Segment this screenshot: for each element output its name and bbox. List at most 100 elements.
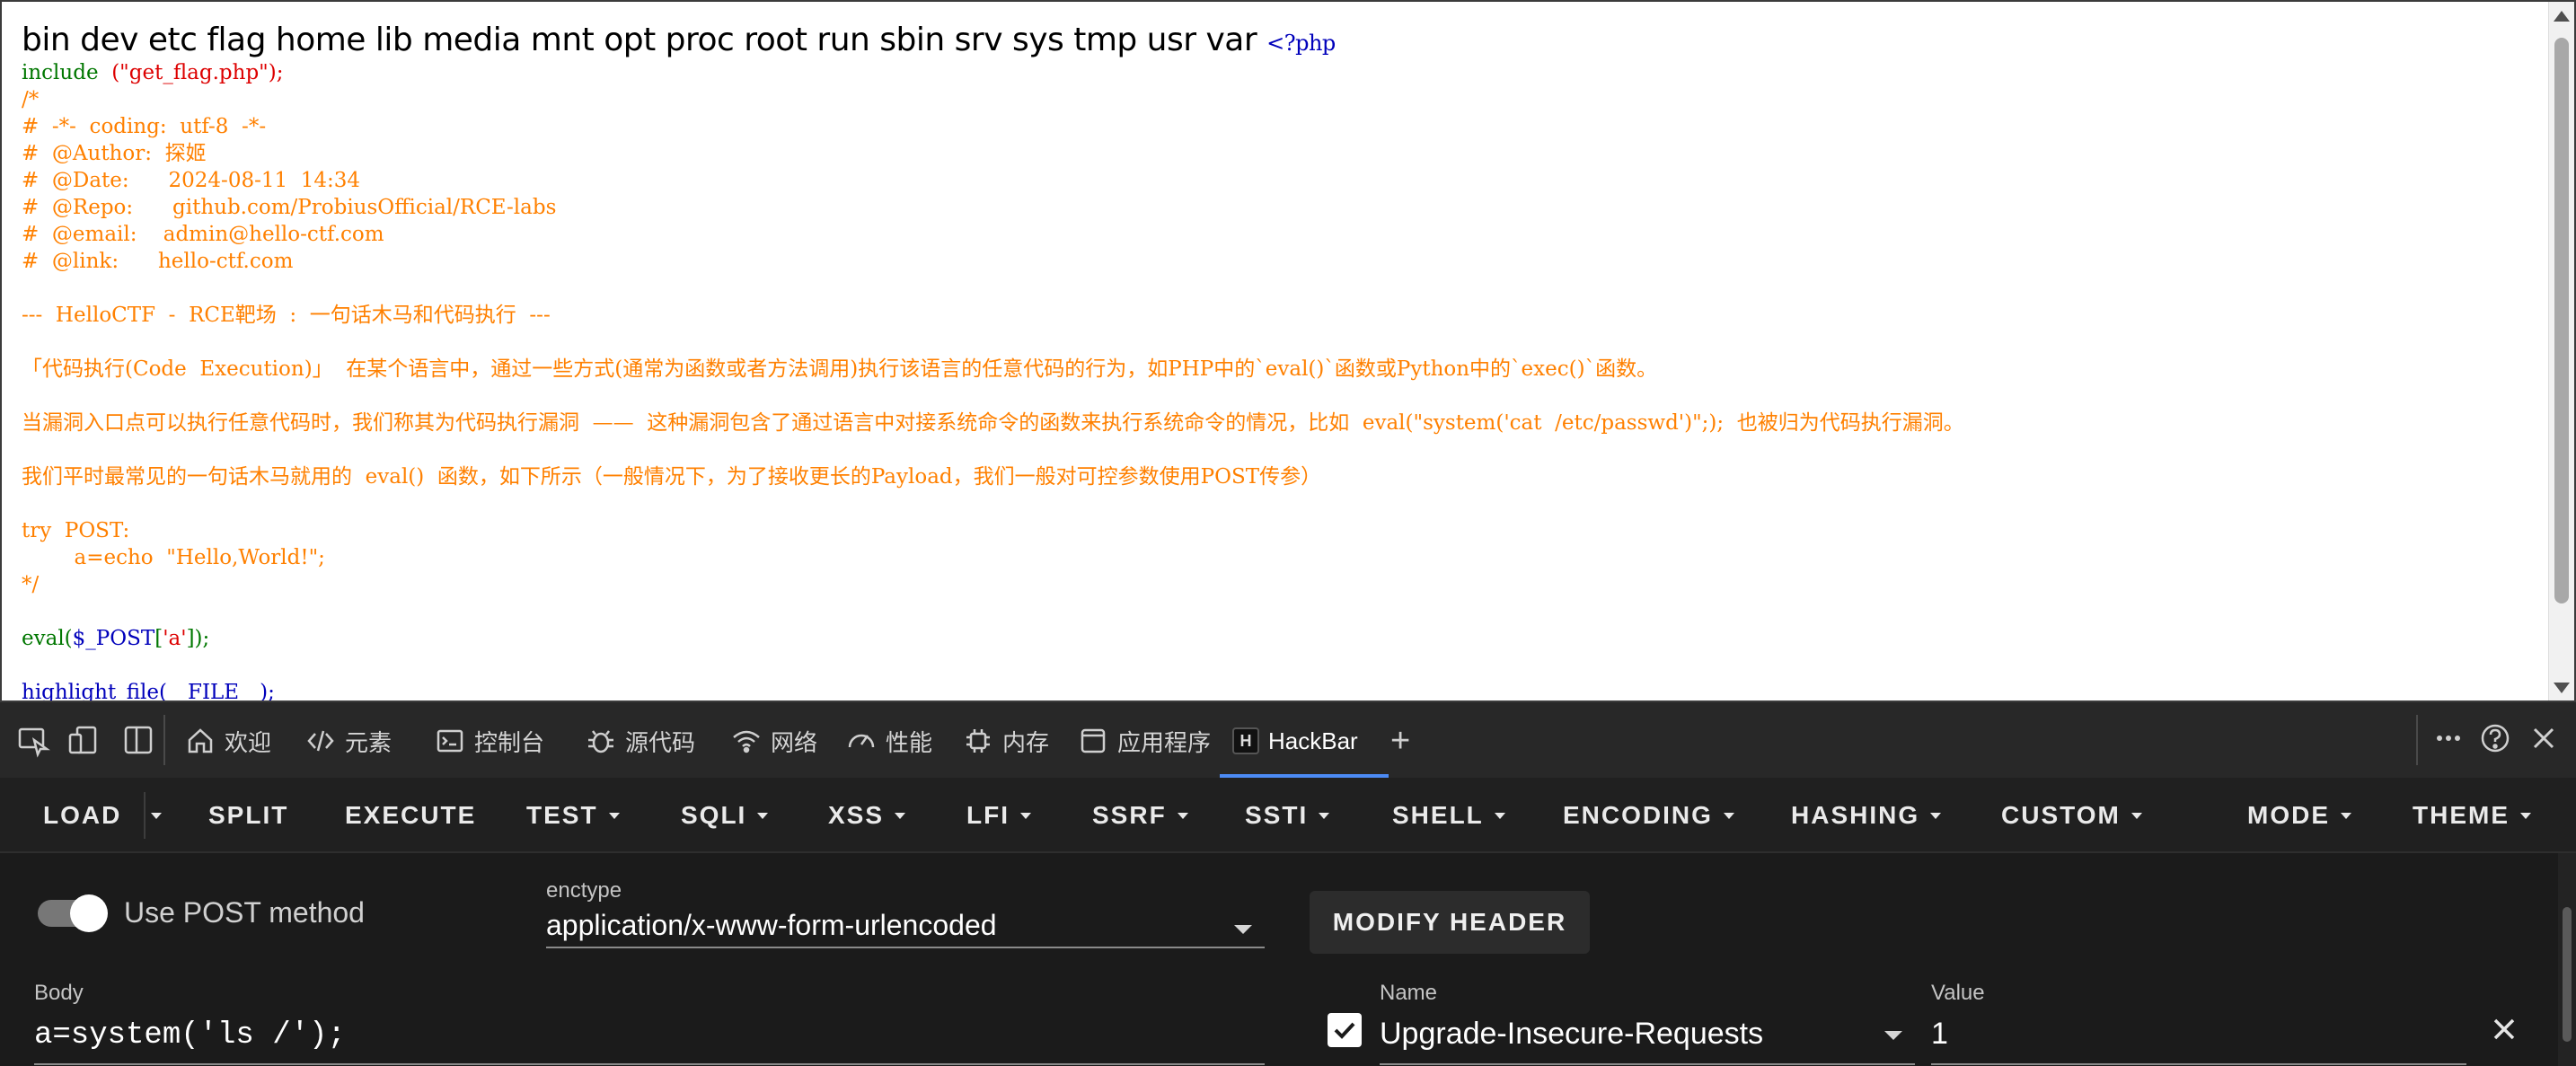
chevron-down-icon [1930, 812, 1942, 819]
include-keyword: include [22, 61, 99, 84]
hackbar-icon: H [1232, 727, 1259, 754]
php-open-tag: <?php [1266, 31, 1336, 56]
theme-menu[interactable]: THEME [2413, 778, 2531, 853]
menu-label: ENCODING [1563, 801, 1713, 829]
tab-sources[interactable]: 源代码 [586, 718, 695, 763]
header-value-label: Value [1931, 981, 1985, 1005]
menu-label: SPLIT [208, 801, 289, 829]
hackbar-toolbar: LOAD SPLIT EXECUTE TEST SQLI XSS LFI SSR… [0, 778, 2576, 853]
ls-output-text: bin dev etc flag home lib media mnt opt … [22, 22, 1257, 58]
help-icon[interactable] [2477, 720, 2513, 756]
chevron-down-icon [2130, 812, 2142, 819]
dock-side-icon[interactable] [120, 722, 156, 758]
chip-icon [966, 729, 990, 753]
tab-console[interactable]: 控制台 [435, 718, 544, 763]
device-emulation-icon[interactable] [66, 722, 102, 758]
window-icon [1081, 728, 1106, 753]
sqli-menu[interactable]: SQLI [681, 778, 769, 853]
custom-menu[interactable]: CUSTOM [2001, 778, 2142, 853]
xss-menu[interactable]: XSS [828, 778, 906, 853]
chevron-down-icon[interactable] [1884, 1031, 1902, 1040]
comment-line: # @Author: 探姬 [22, 142, 207, 165]
load-dropdown-button[interactable] [151, 778, 162, 853]
chevron-down-icon [608, 812, 620, 819]
scroll-thumb[interactable] [2554, 38, 2569, 603]
scroll-up-arrow-icon[interactable] [2554, 11, 2570, 22]
body-underline [34, 1063, 1265, 1065]
menu-label: HASHING [1791, 801, 1920, 829]
tab-elements[interactable]: 元素 [305, 718, 392, 763]
tab-label: 网络 [771, 728, 818, 756]
body-input[interactable]: a=system('ls /'); [34, 1018, 346, 1053]
page-scrollbar[interactable] [2548, 2, 2574, 700]
ssti-menu[interactable]: SSTI [1245, 778, 1330, 853]
header-value-input[interactable]: 1 [1931, 1017, 1948, 1052]
tab-label: HackBar [1268, 727, 1358, 754]
test-menu[interactable]: TEST [526, 778, 620, 853]
comment-line: 「代码执行(Code Execution)」 在某个语言中，通过一些方式(通常为… [22, 357, 1658, 381]
scroll-down-arrow-icon[interactable] [2554, 683, 2570, 693]
add-tab-button[interactable]: + [1390, 718, 1410, 763]
tab-network[interactable]: 网络 [731, 718, 817, 763]
file-constant: __FILE__ [166, 681, 260, 700]
comment-line: # @email: admin@hello-ctf.com [22, 223, 384, 246]
post-method-label: Use POST method [124, 896, 365, 929]
plus-icon: + [1390, 721, 1411, 760]
comment-line: /* [22, 88, 40, 111]
comment-line: 当漏洞入口点可以执行任意代码时，我们称其为代码执行漏洞 —— 这种漏洞包含了通过… [22, 411, 1964, 435]
menu-label: THEME [2413, 801, 2510, 829]
comment-line: a=echo "Hello,World!"; [22, 546, 325, 569]
tab-welcome[interactable]: 欢迎 [185, 718, 271, 763]
menu-label: EXECUTE [345, 801, 477, 829]
more-options-icon[interactable] [2430, 720, 2466, 756]
comment-line: # -*- coding: utf-8 -*- [22, 115, 267, 138]
shell-menu[interactable]: SHELL [1392, 778, 1505, 853]
close-devtools-icon[interactable] [2526, 720, 2562, 756]
comment-line: # @link: hello-ctf.com [22, 250, 294, 273]
enctype-select[interactable]: application/x-www-form-urlencoded [546, 909, 997, 942]
header-value-underline [1931, 1063, 2466, 1065]
body-label: Body [34, 981, 84, 1005]
checkmark-icon [1334, 1022, 1355, 1039]
tab-application[interactable]: 应用程序 [1078, 718, 1211, 763]
modify-header-button[interactable]: MODIFY HEADER [1310, 891, 1590, 954]
scroll-thumb[interactable] [2563, 907, 2572, 1042]
home-icon [188, 728, 213, 753]
hackbar-scrollbar[interactable] [2558, 853, 2576, 1066]
remove-header-icon[interactable] [2488, 1013, 2520, 1045]
chevron-down-icon[interactable] [1234, 925, 1252, 934]
inspect-element-icon[interactable] [16, 722, 52, 758]
highlight-close: ); [260, 681, 275, 700]
chevron-down-icon [1723, 812, 1734, 819]
menu-label: SQLI [681, 801, 747, 829]
chevron-down-icon [1020, 812, 1031, 819]
tab-hackbar[interactable]: H HackBar [1232, 718, 1358, 763]
comment-line: --- HelloCTF - RCE靶场 : 一句话木马和代码执行 --- [22, 304, 551, 327]
execute-button[interactable]: EXECUTE [345, 778, 476, 853]
lfi-menu[interactable]: LFI [966, 778, 1031, 853]
page-viewport: bin dev etc flag home lib media mnt opt … [0, 0, 2576, 700]
tab-performance[interactable]: 性能 [846, 718, 932, 763]
tab-label: 元素 [345, 728, 393, 756]
bug-icon [588, 730, 613, 753]
encoding-menu[interactable]: ENCODING [1563, 778, 1734, 853]
header-name-label: Name [1380, 981, 1438, 1005]
highlight-function: highlight_file( [22, 681, 167, 700]
chevron-down-icon [151, 812, 162, 819]
header-name-input[interactable]: Upgrade-Insecure-Requests [1380, 1017, 1763, 1052]
header-enabled-checkbox[interactable] [1328, 1013, 1362, 1047]
split-button[interactable]: SPLIT [208, 778, 288, 853]
hashing-menu[interactable]: HASHING [1791, 778, 1942, 853]
chevron-down-icon [2520, 812, 2531, 819]
load-button[interactable]: LOAD [43, 778, 121, 853]
chevron-down-icon [1494, 812, 1505, 819]
toolbar-separator [144, 792, 146, 839]
eval-function: eval( [22, 627, 73, 650]
chevron-down-icon [2341, 812, 2351, 819]
tab-memory[interactable]: 内存 [963, 718, 1049, 763]
mode-menu[interactable]: MODE [2247, 778, 2351, 853]
ssrf-menu[interactable]: SSRF [1092, 778, 1188, 853]
menu-label: TEST [526, 801, 598, 829]
post-method-toggle[interactable] [38, 894, 108, 932]
code-icon [307, 730, 334, 752]
